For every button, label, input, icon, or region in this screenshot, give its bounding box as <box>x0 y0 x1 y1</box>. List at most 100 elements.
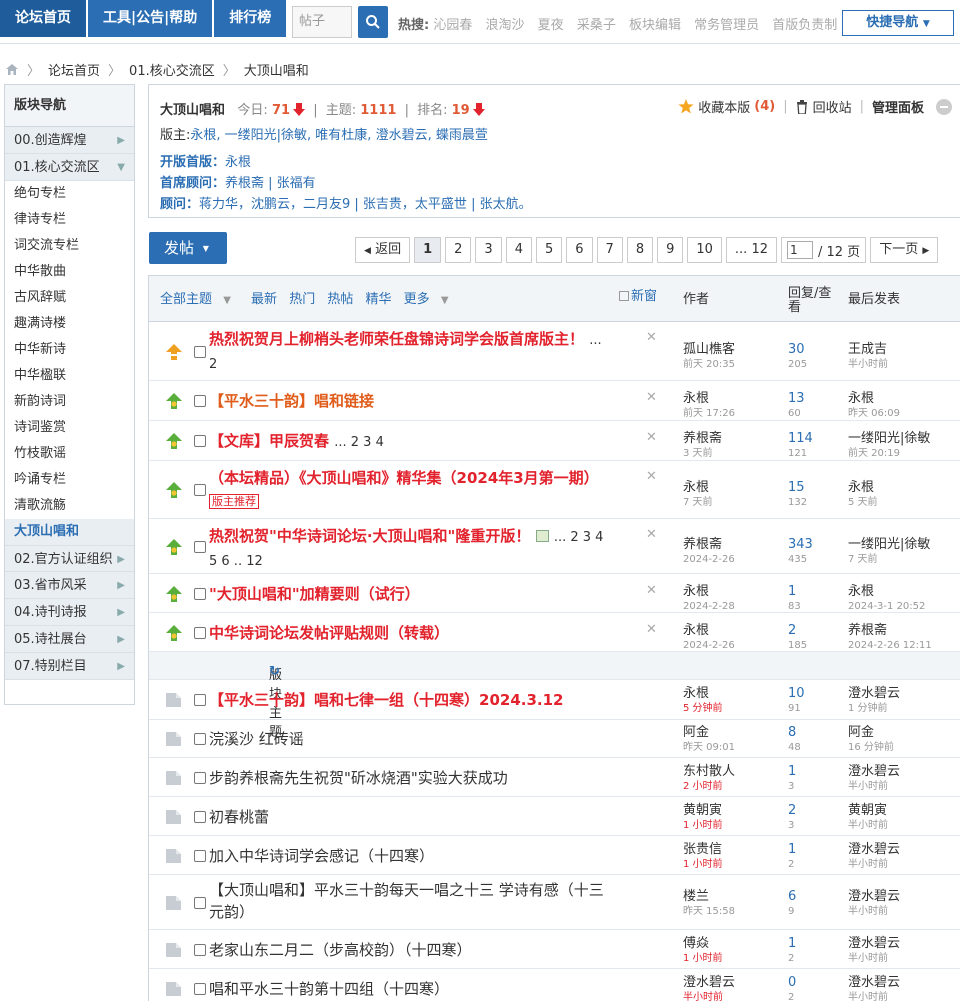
nav-home[interactable]: 论坛首页 <box>0 0 86 37</box>
thread-checkbox[interactable] <box>194 944 206 956</box>
reply-count[interactable]: 1 <box>788 936 796 951</box>
manage-panel-link[interactable]: 管理面板 <box>872 97 924 116</box>
moderators-list[interactable]: 永根, 一缕阳光|徐敏, 唯有杜康, 澄水碧云, 蝶雨晨萱 <box>190 128 487 143</box>
author-name[interactable]: 阿金 <box>683 725 709 740</box>
sidebar-group[interactable]: 05.诗社展台 ▶ <box>5 626 134 653</box>
favorite-forum-link[interactable]: 收藏本版 <box>698 97 750 116</box>
thread-checkbox[interactable] <box>194 897 206 909</box>
page-link[interactable]: 1 <box>414 237 442 263</box>
author-name[interactable]: 张贵信 <box>683 842 722 857</box>
page-link[interactable]: 8 <box>626 237 654 263</box>
last-poster[interactable]: 养根斋 <box>848 623 887 638</box>
sidebar-item[interactable]: 绝句专栏 <box>5 181 134 207</box>
last-poster[interactable]: 澄水碧云 <box>848 764 900 779</box>
author-name[interactable]: 永根 <box>683 623 709 638</box>
pager-next[interactable]: 下一页 ▶ <box>870 237 939 263</box>
reply-count[interactable]: 1 <box>788 764 796 779</box>
last-post-date[interactable]: 半小时前 <box>848 781 888 792</box>
close-icon[interactable]: ✕ <box>646 622 657 637</box>
hot-item[interactable]: 板块编辑 <box>629 18 681 33</box>
search-button[interactable] <box>358 6 388 38</box>
page-link[interactable]: 4 <box>505 237 532 263</box>
close-icon[interactable]: ✕ <box>646 390 657 405</box>
thread-checkbox[interactable] <box>194 850 206 862</box>
thread-title[interactable]: 浣溪沙 红砖谣 <box>209 730 304 748</box>
last-post-date[interactable]: 2024-2-26 12:11 <box>848 640 932 651</box>
page-link[interactable]: 7 <box>596 237 623 263</box>
refresh-icon[interactable]: ↻ <box>269 664 280 679</box>
filter-all[interactable]: 全部主题 ▼ <box>160 292 239 307</box>
last-poster[interactable]: 王成吉 <box>848 342 887 357</box>
new-window-toggle[interactable]: 新窗 <box>619 285 657 304</box>
thread-checkbox[interactable] <box>194 588 206 600</box>
reply-count[interactable]: 1 <box>788 584 796 599</box>
thread-title[interactable]: 老家山东二月二（步高校韵）（十四寒） <box>209 941 472 959</box>
sidebar-item[interactable]: 词交流专栏 <box>5 233 134 259</box>
author-name[interactable]: 永根 <box>683 391 709 406</box>
last-poster[interactable]: 一缕阳光|徐敏 <box>848 431 930 446</box>
first-mod-name[interactable]: 永根 <box>225 155 251 170</box>
author-name[interactable]: 永根 <box>683 584 709 599</box>
reply-count[interactable]: 13 <box>788 391 805 406</box>
author-name[interactable]: 养根斋 <box>683 537 722 552</box>
last-post-date[interactable]: 2024-3-1 20:52 <box>848 601 925 612</box>
new-window-checkbox[interactable] <box>619 291 629 301</box>
thread-title[interactable]: 初春桃蕾 <box>209 808 269 826</box>
sidebar-item[interactable]: 律诗专栏 <box>5 207 134 233</box>
chief-advisor-names[interactable]: 养根斋 | 张福有 <box>225 176 316 191</box>
filter-more[interactable]: 更多 ▼ <box>404 292 457 307</box>
sidebar-item[interactable]: 中华楹联 <box>5 363 134 389</box>
sidebar-item[interactable]: 古风辞赋 <box>5 285 134 311</box>
hot-item[interactable]: 常务管理员 <box>694 18 759 33</box>
search-scope-select[interactable]: 帖子 <box>292 6 352 38</box>
thread-checkbox[interactable] <box>194 772 206 784</box>
last-poster[interactable]: 澄水碧云 <box>848 936 900 951</box>
page-link[interactable]: 3 <box>475 237 502 263</box>
last-post-date[interactable]: 16 分钟前 <box>848 742 894 753</box>
last-post-date[interactable]: 半小时前 <box>848 906 888 917</box>
thread-title[interactable]: "大顶山唱和"加精要则（试行） <box>209 585 420 603</box>
page-link[interactable]: 10 <box>687 237 722 263</box>
author-name[interactable]: 楼兰 <box>683 889 709 904</box>
thread-title[interactable]: 热烈祝贺月上柳梢头老师荣任盘锦诗词学会版首席版主！ <box>209 330 584 348</box>
thread-title[interactable]: 【平水三十韵】唱和七律一组（十四寒）2024.3.12 <box>209 691 563 709</box>
thread-title[interactable]: 中华诗词论坛发帖评贴规则（转载） <box>209 624 449 642</box>
author-name[interactable]: 黄朝寅 <box>683 803 722 818</box>
recycle-bin-link[interactable]: 回收站 <box>813 97 852 116</box>
sidebar-group[interactable]: 01.核心交流区 ▼ <box>5 154 134 181</box>
filter-newest[interactable]: 最新 <box>251 292 277 307</box>
advisors-names[interactable]: 蒋力华，沈鹏云，二月友9 | 张吉贵，太平盛世 | 张太航。 <box>199 197 532 212</box>
thread-pages[interactable]: ... 2 3 4 <box>334 435 384 450</box>
last-poster[interactable]: 永根 <box>848 480 874 495</box>
last-poster[interactable]: 澄水碧云 <box>848 842 900 857</box>
breadcrumb-section[interactable]: 01.核心交流区 <box>129 60 215 79</box>
last-post-date[interactable]: 昨天 06:09 <box>848 408 900 419</box>
reply-count[interactable]: 2 <box>788 623 796 638</box>
last-poster[interactable]: 黄朝寅 <box>848 803 887 818</box>
thread-checkbox[interactable] <box>194 541 206 553</box>
quick-nav-button[interactable]: 快捷导航 ▼ <box>842 10 954 36</box>
last-post-date[interactable]: 前天 20:19 <box>848 448 900 459</box>
thread-checkbox[interactable] <box>194 811 206 823</box>
close-icon[interactable]: ✕ <box>646 330 657 345</box>
sidebar-item[interactable]: 中华新诗 <box>5 337 134 363</box>
last-poster[interactable]: 澄水碧云 <box>848 889 900 904</box>
last-post-date[interactable]: 1 分钟前 <box>848 703 888 714</box>
reply-count[interactable]: 114 <box>788 431 813 446</box>
reply-count[interactable]: 343 <box>788 537 813 552</box>
breadcrumb-home[interactable]: 论坛首页 <box>48 60 100 79</box>
thread-title[interactable]: 【文库】甲辰贺春 <box>209 432 329 450</box>
last-post-date[interactable]: 半小时前 <box>848 859 888 870</box>
breadcrumb-forum[interactable]: 大顶山唱和 <box>244 60 309 79</box>
close-icon[interactable]: ✕ <box>646 583 657 598</box>
thread-title[interactable]: 【大顶山唱和】平水三十韵每天一唱之十三 学诗有感（十三元韵） <box>209 881 604 921</box>
page-link[interactable]: 5 <box>535 237 563 263</box>
last-post-date[interactable]: 半小时前 <box>848 992 888 1001</box>
sidebar-item[interactable]: 新韵诗词 <box>5 389 134 415</box>
author-name[interactable]: 澄水碧云 <box>683 975 735 990</box>
thread-title[interactable]: 唱和平水三十韵第十四组（十四寒） <box>209 980 449 998</box>
reply-count[interactable]: 15 <box>788 480 805 495</box>
author-name[interactable]: 养根斋 <box>683 431 722 446</box>
last-post-date[interactable]: 半小时前 <box>848 820 888 831</box>
reply-count[interactable]: 6 <box>788 889 796 904</box>
